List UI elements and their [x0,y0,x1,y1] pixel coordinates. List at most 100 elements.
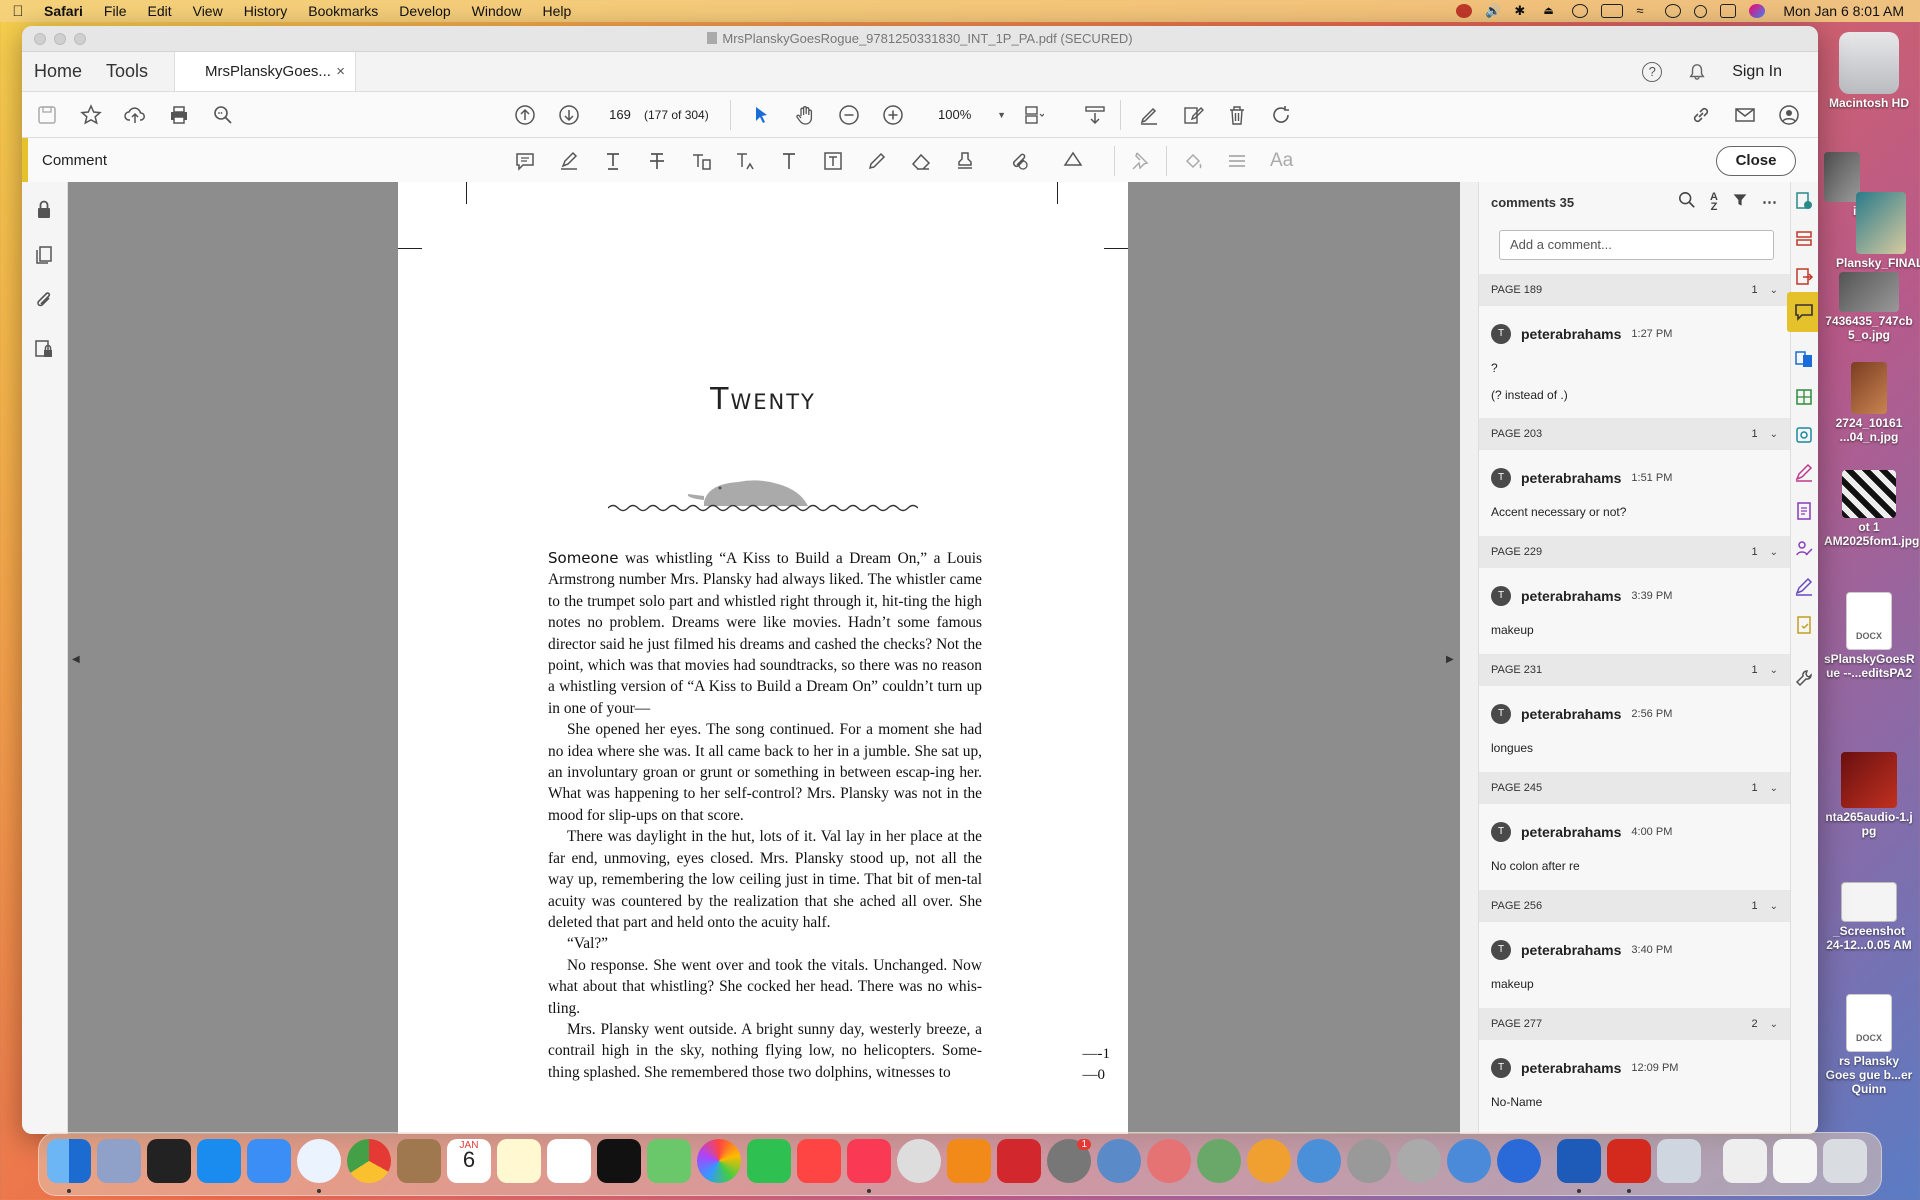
notes-icon[interactable] [497,1139,541,1183]
facetime-icon[interactable] [747,1139,791,1183]
freeform-icon[interactable] [547,1139,591,1183]
comment-page-group[interactable]: PAGE 245 1 ⌄ [1479,772,1790,804]
chevron-down-icon[interactable]: ⌄ [1770,1019,1778,1030]
desktop-item-screenshot-1[interactable]: ot 1 AM2025fom1.jpg [1824,470,1919,548]
pin-icon[interactable] [1128,150,1150,172]
email-icon[interactable] [1734,104,1756,126]
word-icon[interactable] [1557,1139,1601,1183]
blocked-app-icon[interactable] [1497,1139,1541,1183]
battery-icon[interactable] [1601,4,1624,18]
bookmark-star-icon[interactable] [80,104,102,126]
sort-comments-icon[interactable]: AZ [1710,192,1718,213]
menu-window[interactable]: Window [472,3,522,19]
chevron-down-icon[interactable]: ⌄ [1770,783,1778,794]
add-text-icon[interactable] [778,150,800,172]
zoom-search-icon[interactable] [212,104,234,126]
photo-booth-icon[interactable] [997,1139,1041,1183]
highlight-icon[interactable] [558,150,580,172]
page-number-input[interactable]: 169 [602,102,638,128]
control-center-icon[interactable] [1720,4,1737,18]
sticky-note-icon[interactable] [514,150,536,172]
trash-icon[interactable] [1823,1139,1867,1183]
create-pdf-icon[interactable] [1793,190,1815,212]
organize-pages-icon[interactable] [1793,228,1815,250]
fill-and-sign-icon[interactable] [1793,462,1815,484]
lock-icon[interactable] [33,198,55,220]
desktop-item-screenshot-2[interactable]: _Screenshot 24-12...0.05 AM [1824,882,1914,952]
edit-pdf-icon[interactable] [1182,104,1204,126]
font-properties-icon[interactable]: Aa [1270,150,1293,172]
blocked-app-icon[interactable] [1197,1139,1241,1183]
desktop-item-audio-jpg[interactable]: nta265audio-1.j pg [1824,752,1914,838]
spotlight-search-icon[interactable] [1694,4,1708,18]
tab-document[interactable]: MrsPlanskyGoes... × [174,52,357,91]
select-cursor-icon[interactable] [750,104,772,126]
zoom-in-icon[interactable] [882,104,904,126]
combine-files-icon[interactable] [1793,348,1815,370]
apple-tv-icon[interactable] [597,1139,641,1183]
finder-icon[interactable] [47,1139,91,1183]
chevron-down-icon[interactable]: ⌄ [1770,665,1778,676]
sign-pen-icon[interactable] [1793,576,1815,598]
page-display-icon[interactable] [1022,104,1044,126]
blocked-app-icon[interactable] [1297,1139,1341,1183]
chevron-down-icon[interactable]: ⌄ [1770,547,1778,558]
upload-cloud-icon[interactable] [124,104,146,126]
comment-item[interactable]: Tpeterabrahams 12:09 PM No-Name [1479,1040,1790,1126]
bluetooth-icon[interactable]: ✱ [1514,4,1530,18]
attach-file-icon[interactable] [1008,150,1030,172]
app-store-icon[interactable] [197,1139,241,1183]
sign-in-link[interactable]: Sign In [1732,63,1782,81]
mail-icon[interactable] [247,1139,291,1183]
comment-page-group[interactable]: PAGE 277 2 ⌄ [1479,1008,1790,1040]
previous-page-icon[interactable] [514,104,536,126]
next-page-icon[interactable] [558,104,580,126]
compress-pdf-icon[interactable] [1793,386,1815,408]
menu-file[interactable]: File [104,3,127,19]
blocked-app-icon[interactable] [1447,1139,1491,1183]
help-icon[interactable]: ? [1642,61,1663,82]
desktop-item-macintosh-hd[interactable]: Macintosh HD [1824,32,1914,110]
notifications-bell-icon[interactable] [1688,62,1706,82]
blocked-app-icon[interactable] [1397,1139,1441,1183]
comment-page-group[interactable]: PAGE 229 1 ⌄ [1479,536,1790,568]
close-comment-tool-button[interactable]: Close [1716,146,1796,176]
strikethrough-icon[interactable] [646,150,668,172]
comment-item[interactable]: Tpeterabrahams 3:39 PM makeup [1479,568,1790,654]
chevron-down-icon[interactable]: ⌄ [1770,901,1778,912]
eject-icon[interactable]: ⏏ [1543,4,1559,18]
eraser-icon[interactable] [910,150,932,172]
page-thumbnails-icon[interactable] [33,244,55,266]
recording-icon[interactable] [1456,4,1473,18]
comment-page-group[interactable]: PAGE 189 1 ⌄ [1479,274,1790,306]
replace-text-icon[interactable] [690,150,712,172]
fill-color-icon[interactable] [1182,150,1204,172]
comment-page-group[interactable]: PAGE 231 1 ⌄ [1479,654,1790,686]
comment-item[interactable]: Tpeterabrahams 2:56 PM longues [1479,686,1790,772]
preview-icon[interactable] [1657,1139,1701,1183]
music-icon[interactable] [847,1139,891,1183]
menu-history[interactable]: History [244,3,288,19]
blocked-app-icon[interactable] [1147,1139,1191,1183]
chrome-icon[interactable] [347,1139,391,1183]
desktop-item-2724[interactable]: 2724_10161 ...04_n.jpg [1824,362,1914,444]
print-icon[interactable] [168,104,190,126]
delete-trash-icon[interactable] [1226,104,1248,126]
apple-menu-icon[interactable]:  [10,3,26,20]
desktop-item-docx-edits[interactable]: DOCX sPlanskyGoesR ue --...editsPA2 [1824,592,1915,680]
safari-icon[interactable] [297,1139,341,1183]
line-weight-icon[interactable] [1226,150,1248,172]
add-comment-input[interactable]: Add a comment... [1499,230,1774,260]
share-link-icon[interactable] [1690,104,1712,126]
mission-control-icon[interactable] [147,1139,191,1183]
protect-pdf-icon[interactable] [1793,614,1815,636]
acrobat-icon[interactable] [1607,1139,1651,1183]
zoom-level-select[interactable]: 100% ▼ [938,102,1008,128]
time-machine-icon[interactable] [1572,4,1589,18]
contacts-icon[interactable] [397,1139,441,1183]
close-window-button[interactable] [34,32,46,45]
collapse-right-panel-icon[interactable]: ▶ [1446,654,1454,665]
search-comments-icon[interactable] [1678,191,1696,213]
filter-comments-icon[interactable] [1732,192,1748,212]
save-icon[interactable] [36,104,58,126]
